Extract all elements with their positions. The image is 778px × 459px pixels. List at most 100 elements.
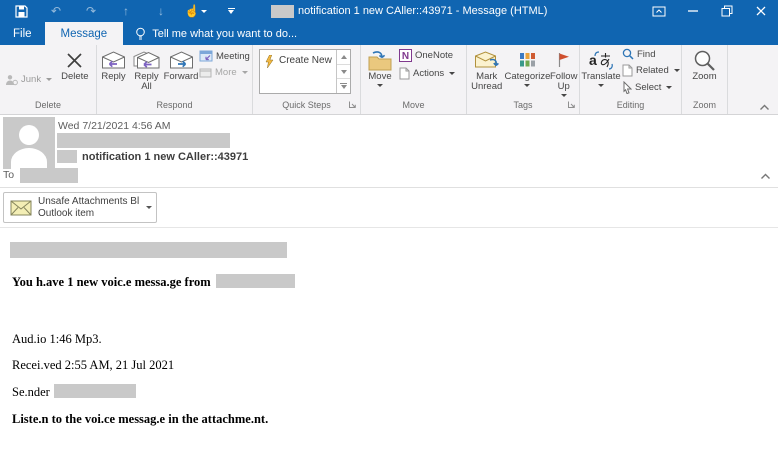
body-redaction-banner bbox=[10, 242, 287, 258]
translate-button[interactable]: a Translate bbox=[580, 45, 622, 98]
customize-qat-icon[interactable] bbox=[220, 2, 242, 20]
ribbon-group-delete: Junk Delete Delete bbox=[0, 45, 97, 114]
scroll-up-icon[interactable] bbox=[337, 50, 350, 65]
meeting-label: Meeting bbox=[216, 50, 250, 62]
ribbon-group-respond: Reply Reply All Forward Meeting More Res… bbox=[97, 45, 253, 114]
dropdown-caret-icon bbox=[524, 84, 531, 87]
window-title-text: notification 1 new CAller::43971 - Messa… bbox=[298, 5, 548, 17]
junk-button[interactable]: Junk bbox=[5, 61, 53, 98]
tags-dialog-launcher-icon[interactable] bbox=[567, 100, 576, 109]
outlook-message-window: ↶ ↷ ↑ ↓ ☝ notification 1 new CAller::439… bbox=[0, 0, 778, 459]
categorize-button[interactable]: Categorize bbox=[504, 45, 550, 98]
group-label-editing: Editing bbox=[616, 100, 645, 110]
undo-icon[interactable]: ↶ bbox=[45, 2, 67, 20]
caller-redaction-box bbox=[215, 274, 295, 288]
zoom-magnifier-icon bbox=[693, 48, 716, 72]
mark-unread-button[interactable]: Mark Unread bbox=[467, 45, 506, 98]
previous-item-icon[interactable]: ↑ bbox=[115, 2, 137, 20]
attachment-type: Outlook item bbox=[38, 207, 95, 219]
quick-steps-gallery: Create New bbox=[259, 49, 351, 94]
next-item-icon[interactable]: ↓ bbox=[150, 2, 172, 20]
ribbon: Junk Delete Delete Reply Reply All Forwa… bbox=[0, 45, 778, 115]
more-label: More bbox=[215, 67, 237, 78]
save-icon[interactable] bbox=[10, 2, 32, 20]
related-button[interactable]: Related bbox=[622, 64, 680, 77]
dropdown-caret-icon bbox=[666, 86, 673, 89]
ribbon-group-tags: Mark Unread Categorize Follow Up Tags bbox=[467, 45, 580, 114]
touch-mouse-mode-icon[interactable]: ☝ bbox=[185, 2, 208, 20]
title-bar: ↶ ↷ ↑ ↓ ☝ notification 1 new CAller::439… bbox=[0, 0, 778, 22]
attachment-item[interactable]: Unsafe Attachments Bl... Outlook item bbox=[3, 192, 157, 223]
quick-steps-dialog-launcher-icon[interactable] bbox=[348, 100, 357, 109]
group-label-zoom: Zoom bbox=[692, 100, 716, 110]
actions-icon bbox=[399, 67, 410, 80]
delete-button[interactable]: Delete bbox=[61, 45, 89, 98]
quick-steps-label-text: Quick Steps bbox=[282, 100, 331, 110]
reply-button[interactable]: Reply bbox=[97, 45, 130, 98]
meeting-icon bbox=[199, 50, 213, 62]
forward-icon bbox=[169, 48, 194, 72]
meeting-button[interactable]: Meeting bbox=[199, 50, 250, 62]
tell-me-box[interactable]: Tell me what you want to do... bbox=[135, 22, 297, 45]
forward-button[interactable]: Forward bbox=[163, 45, 199, 98]
move-folder-icon bbox=[367, 48, 393, 72]
mark-unread-icon bbox=[474, 48, 500, 72]
ribbon-display-options-icon[interactable] bbox=[642, 0, 676, 22]
junk-label: Junk bbox=[21, 74, 42, 85]
restore-icon[interactable] bbox=[710, 0, 744, 22]
attachments-bar: Unsafe Attachments Bl... Outlook item bbox=[0, 188, 778, 228]
follow-up-button[interactable]: Follow Up bbox=[548, 45, 579, 98]
actions-button[interactable]: Actions bbox=[399, 67, 456, 80]
select-label: Select bbox=[635, 82, 662, 93]
body-greeting-line: You h.ave 1 new voic.e messa.ge from bbox=[12, 274, 295, 290]
reply-all-button[interactable]: Reply All bbox=[130, 45, 163, 98]
tab-message[interactable]: Message bbox=[44, 22, 124, 45]
to-label: To bbox=[3, 169, 15, 181]
gallery-more-icon[interactable] bbox=[337, 79, 350, 93]
quick-steps-scrollbar bbox=[336, 50, 350, 93]
delete-label: Delete bbox=[61, 71, 89, 82]
tell-me-text: Tell me what you want to do... bbox=[152, 27, 298, 40]
zoom-label: Zoom bbox=[692, 71, 717, 82]
follow-up-label: Follow Up bbox=[549, 71, 578, 92]
greeting-text: You h.ave 1 new voic.e messa.ge from bbox=[12, 275, 211, 289]
scroll-down-icon[interactable] bbox=[337, 65, 350, 80]
create-new-quick-step[interactable]: Create New bbox=[260, 50, 336, 93]
close-icon[interactable] bbox=[744, 0, 778, 22]
lightning-icon bbox=[265, 55, 274, 68]
find-button[interactable]: Find bbox=[622, 48, 680, 60]
attachment-dropdown-icon[interactable] bbox=[140, 206, 156, 209]
more-respond-icon bbox=[199, 68, 212, 77]
collapse-ribbon-icon[interactable] bbox=[759, 104, 770, 111]
attachment-envelope-icon bbox=[10, 200, 32, 216]
select-button[interactable]: Select bbox=[622, 81, 680, 94]
dropdown-caret-icon bbox=[201, 9, 208, 13]
reply-label: Reply bbox=[101, 71, 126, 82]
reply-all-icon bbox=[133, 48, 160, 72]
group-label-respond: Respond bbox=[156, 100, 193, 110]
lightbulb-icon bbox=[136, 27, 146, 39]
collapse-header-icon[interactable] bbox=[760, 173, 771, 180]
redo-icon[interactable]: ↷ bbox=[80, 2, 102, 20]
message-header: Wed 7/21/2021 4:56 AM notification 1 new… bbox=[0, 115, 778, 188]
subject-redaction-box bbox=[57, 150, 77, 163]
zoom-button[interactable]: Zoom bbox=[685, 45, 725, 98]
onenote-icon: N bbox=[399, 49, 412, 62]
select-cursor-icon bbox=[623, 81, 632, 94]
tags-label-text: Tags bbox=[513, 100, 533, 110]
onenote-button[interactable]: N OneNote bbox=[399, 49, 455, 62]
reply-all-label: Reply All bbox=[134, 71, 159, 92]
group-label-quick-steps: Quick Steps bbox=[253, 98, 360, 114]
minimize-icon[interactable] bbox=[676, 0, 710, 22]
more-button[interactable]: More bbox=[199, 67, 250, 78]
subject-row: notification 1 new CAller::43971 bbox=[57, 150, 248, 163]
mark-unread-label: Mark Unread bbox=[471, 71, 503, 92]
move-button[interactable]: Move bbox=[361, 45, 399, 98]
ribbon-group-move: Move N OneNote Actions Move bbox=[361, 45, 467, 114]
body-sender-line: Se.nder bbox=[12, 384, 136, 400]
window-controls bbox=[642, 0, 778, 22]
dropdown-caret-icon bbox=[598, 84, 604, 87]
dropdown-caret-icon bbox=[377, 84, 383, 87]
message-date: Wed 7/21/2021 4:56 AM bbox=[58, 120, 171, 132]
tab-file[interactable]: File bbox=[0, 22, 45, 45]
